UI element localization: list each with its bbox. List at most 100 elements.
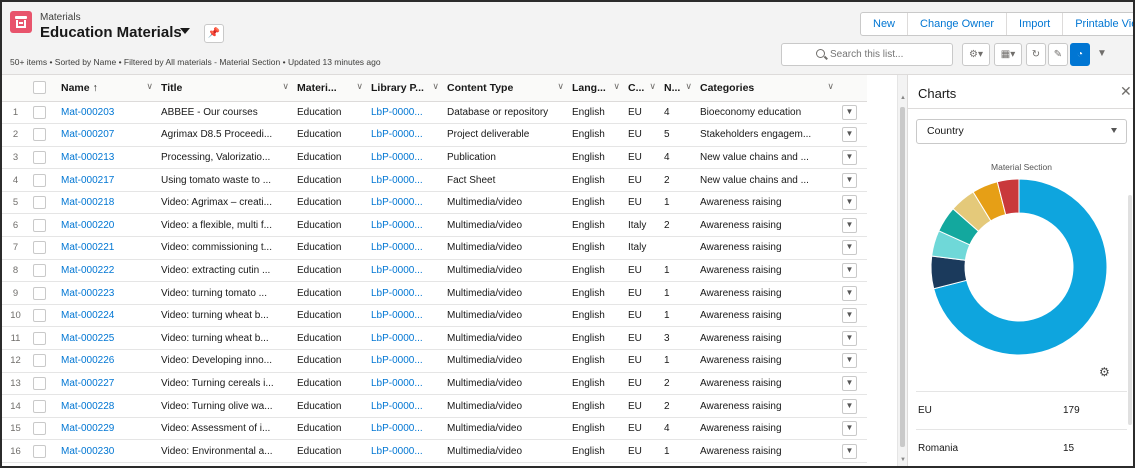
- column-header-language[interactable]: Lang... ∨: [568, 75, 624, 102]
- chart-group-by-select[interactable]: Country: [916, 119, 1127, 144]
- row-checkbox[interactable]: [33, 128, 46, 142]
- column-header-content-type[interactable]: Content Type ∨: [443, 75, 568, 102]
- record-name-link[interactable]: Mat-000220: [57, 213, 157, 238]
- record-library-link[interactable]: LbP-0000...: [367, 372, 443, 396]
- row-select: [29, 349, 57, 373]
- record-library-link[interactable]: LbP-0000...: [367, 213, 443, 238]
- row-checkbox[interactable]: [33, 444, 46, 458]
- record-name-link[interactable]: Mat-000228: [57, 394, 157, 418]
- row-checkbox[interactable]: [33, 241, 46, 255]
- pin-icon[interactable]: 📌: [204, 24, 224, 43]
- row-action-menu-icon[interactable]: ▼: [842, 172, 857, 188]
- charts-icon[interactable]: ◔: [1070, 43, 1090, 66]
- row-action-menu-icon[interactable]: ▼: [842, 330, 857, 346]
- record-library-link[interactable]: LbP-0000...: [367, 101, 443, 125]
- column-header-material[interactable]: Materi... ∨: [293, 75, 367, 102]
- record-name-link[interactable]: Mat-000230: [57, 439, 157, 463]
- row-checkbox[interactable]: [33, 105, 46, 119]
- record-library-link[interactable]: LbP-0000...: [367, 326, 443, 351]
- search-list-box[interactable]: [781, 43, 953, 66]
- record-name-link[interactable]: Mat-000227: [57, 372, 157, 396]
- record-library-link[interactable]: LbP-0000...: [367, 146, 443, 170]
- row-action-menu-icon[interactable]: ▼: [842, 262, 857, 278]
- record-library-link[interactable]: LbP-0000...: [367, 417, 443, 441]
- chart-settings-gear-icon[interactable]: ⚙: [1099, 365, 1110, 379]
- printable-view-button[interactable]: Printable View: [1062, 13, 1133, 35]
- row-checkbox[interactable]: [33, 286, 46, 300]
- record-library-link[interactable]: LbP-0000...: [367, 439, 443, 463]
- record-name-link[interactable]: Mat-000221: [57, 236, 157, 260]
- record-title: Video: commissioning t...: [157, 236, 293, 260]
- display-as-table-icon[interactable]: ▦▾: [994, 43, 1022, 66]
- record-name-link[interactable]: Mat-000225: [57, 326, 157, 351]
- record-name-link[interactable]: Mat-000224: [57, 304, 157, 328]
- record-library-link[interactable]: LbP-0000...: [367, 236, 443, 260]
- record-library-link[interactable]: LbP-0000...: [367, 168, 443, 192]
- row-checkbox[interactable]: [33, 376, 46, 390]
- record-name-link[interactable]: Mat-000226: [57, 349, 157, 373]
- import-button[interactable]: Import: [1006, 13, 1062, 35]
- row-checkbox[interactable]: [33, 150, 46, 164]
- column-header-country[interactable]: C... ∨: [624, 75, 660, 102]
- row-checkbox[interactable]: [33, 354, 46, 368]
- table-row: 10 Mat-000224 Video: turning wheat b... Edu…: [2, 304, 867, 328]
- record-library-link[interactable]: LbP-0000...: [367, 304, 443, 328]
- new-button[interactable]: New: [861, 13, 907, 35]
- row-action-menu-icon[interactable]: ▼: [842, 195, 857, 211]
- table-scrollbar[interactable]: ▲ ▼: [897, 75, 907, 466]
- refresh-icon[interactable]: ↻: [1026, 43, 1046, 66]
- column-header-number[interactable]: N... ∨: [660, 75, 696, 102]
- settings-gear-icon[interactable]: ⚙▾: [962, 43, 990, 66]
- row-select: [29, 394, 57, 418]
- record-library-link[interactable]: LbP-0000...: [367, 259, 443, 283]
- column-header-name[interactable]: Name ↑ ∨: [57, 75, 157, 102]
- row-action-menu-icon[interactable]: ▼: [842, 217, 857, 233]
- record-country: EU: [624, 372, 660, 396]
- row-action-menu-icon[interactable]: ▼: [842, 398, 857, 414]
- row-action-menu-icon[interactable]: ▼: [842, 443, 857, 459]
- select-all-checkbox[interactable]: [33, 81, 46, 95]
- record-name-link[interactable]: Mat-000213: [57, 146, 157, 170]
- row-checkbox[interactable]: [33, 399, 46, 413]
- row-checkbox[interactable]: [33, 173, 46, 187]
- row-checkbox[interactable]: [33, 196, 46, 210]
- row-action-menu-icon[interactable]: ▼: [842, 104, 857, 120]
- filter-icon[interactable]: ▼: [1092, 43, 1112, 66]
- record-library-link[interactable]: LbP-0000...: [367, 123, 443, 147]
- edit-pencil-icon[interactable]: ✎: [1048, 43, 1068, 66]
- close-icon[interactable]: ✕: [1120, 83, 1132, 100]
- row-checkbox[interactable]: [33, 422, 46, 436]
- search-input[interactable]: [830, 47, 948, 62]
- record-library-link[interactable]: LbP-0000...: [367, 281, 443, 305]
- row-action-menu-icon[interactable]: ▼: [842, 375, 857, 391]
- row-checkbox[interactable]: [33, 331, 46, 345]
- row-action-menu-icon[interactable]: ▼: [842, 285, 857, 301]
- record-name-link[interactable]: Mat-000218: [57, 191, 157, 215]
- row-checkbox[interactable]: [33, 309, 46, 323]
- list-view-switcher-icon[interactable]: [180, 28, 190, 34]
- record-library-link[interactable]: LbP-0000...: [367, 394, 443, 418]
- row-action-menu-icon[interactable]: ▼: [842, 240, 857, 256]
- row-action-menu-icon[interactable]: ▼: [842, 127, 857, 143]
- record-name-link[interactable]: Mat-000229: [57, 417, 157, 441]
- column-header-categories[interactable]: Categories ∨: [696, 75, 838, 102]
- record-name-link[interactable]: Mat-000222: [57, 259, 157, 283]
- record-library-link[interactable]: LbP-0000...: [367, 349, 443, 373]
- row-action-menu-icon[interactable]: ▼: [842, 421, 857, 437]
- record-library-link[interactable]: LbP-0000...: [367, 191, 443, 215]
- record-language: English: [568, 372, 624, 396]
- row-checkbox[interactable]: [33, 263, 46, 277]
- list-view-title[interactable]: Education Materials: [40, 24, 182, 41]
- change-owner-button[interactable]: Change Owner: [907, 13, 1006, 35]
- record-name-link[interactable]: Mat-000207: [57, 123, 157, 147]
- row-checkbox[interactable]: [33, 218, 46, 232]
- record-name-link[interactable]: Mat-000217: [57, 168, 157, 192]
- row-action-menu-icon[interactable]: ▼: [842, 353, 857, 369]
- charts-panel-scrollbar[interactable]: [1128, 195, 1132, 425]
- column-header-library[interactable]: Library P... ∨: [367, 75, 443, 102]
- row-action-menu-icon[interactable]: ▼: [842, 308, 857, 324]
- row-action-menu-icon[interactable]: ▼: [842, 149, 857, 165]
- record-name-link[interactable]: Mat-000203: [57, 101, 157, 125]
- column-header-title[interactable]: Title ∨: [157, 75, 293, 102]
- record-name-link[interactable]: Mat-000223: [57, 281, 157, 305]
